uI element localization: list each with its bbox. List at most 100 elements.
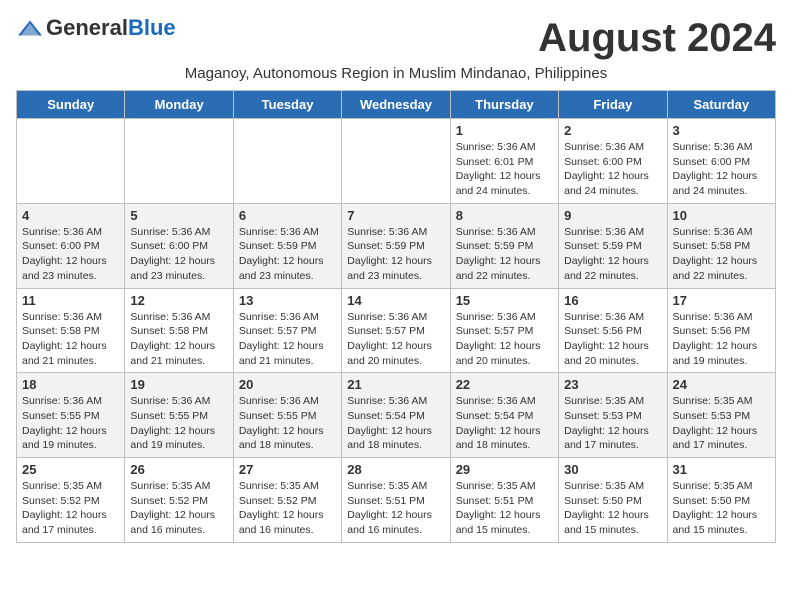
calendar-cell: 19 Sunrise: 5:36 AM Sunset: 5:55 PM Dayli… xyxy=(125,373,233,458)
calendar-cell: 11Sunrise: 5:36 AM Sunset: 5:58 PM Dayli… xyxy=(17,288,125,373)
day-info: Sunrise: 5:35 AM Sunset: 5:50 PM Dayligh… xyxy=(673,479,770,538)
calendar-cell: 3 Sunrise: 5:36 AM Sunset: 6:00 PM Daylig… xyxy=(667,119,775,204)
calendar-cell: 9 Sunrise: 5:36 AM Sunset: 5:59 PM Daylig… xyxy=(559,203,667,288)
day-number: 31 xyxy=(673,462,770,477)
day-info: Sunrise: 5:36 AM Sunset: 5:59 PM Dayligh… xyxy=(564,225,661,284)
day-info: Sunrise: 5:36 AM Sunset: 5:56 PM Dayligh… xyxy=(564,310,661,369)
day-info: Sunrise: 5:35 AM Sunset: 5:53 PM Dayligh… xyxy=(564,394,661,453)
day-number: 14 xyxy=(347,293,444,308)
day-info: Sunrise: 5:36 AM Sunset: 5:57 PM Dayligh… xyxy=(347,310,444,369)
calendar-cell: 17 Sunrise: 5:36 AM Sunset: 5:56 PM Dayli… xyxy=(667,288,775,373)
day-number: 24 xyxy=(673,377,770,392)
calendar-subtitle: Maganoy, Autonomous Region in Muslim Min… xyxy=(16,65,776,82)
day-info: Sunrise: 5:35 AM Sunset: 5:51 PM Dayligh… xyxy=(456,479,553,538)
calendar-cell: 10 Sunrise: 5:36 AM Sunset: 5:58 PM Dayli… xyxy=(667,203,775,288)
calendar-cell: 23Sunrise: 5:35 AM Sunset: 5:53 PM Dayli… xyxy=(559,373,667,458)
day-number: 19 xyxy=(130,377,227,392)
day-number: 22 xyxy=(456,377,553,392)
calendar-cell: 14 Sunrise: 5:36 AM Sunset: 5:57 PM Dayli… xyxy=(342,288,450,373)
day-info: Sunrise: 5:36 AM Sunset: 5:58 PM Dayligh… xyxy=(22,310,119,369)
day-number: 6 xyxy=(239,208,336,223)
calendar-cell: 26 Sunrise: 5:35 AM Sunset: 5:52 PM Dayli… xyxy=(125,458,233,543)
calendar-cell: 7 Sunrise: 5:36 AM Sunset: 5:59 PM Daylig… xyxy=(342,203,450,288)
calendar-cell: 21 Sunrise: 5:36 AM Sunset: 5:54 PM Dayli… xyxy=(342,373,450,458)
day-info: Sunrise: 5:35 AM Sunset: 5:50 PM Dayligh… xyxy=(564,479,661,538)
week-row-0: 1 Sunrise: 5:36 AM Sunset: 6:01 PM Daylig… xyxy=(17,119,776,204)
header-friday: Friday xyxy=(559,91,667,119)
day-number: 27 xyxy=(239,462,336,477)
day-number: 9 xyxy=(564,208,661,223)
day-info: Sunrise: 5:36 AM Sunset: 5:59 PM Dayligh… xyxy=(347,225,444,284)
day-number: 30 xyxy=(564,462,661,477)
day-info: Sunrise: 5:36 AM Sunset: 5:56 PM Dayligh… xyxy=(673,310,770,369)
calendar-header: SundayMondayTuesdayWednesdayThursdayFrid… xyxy=(17,91,776,119)
day-number: 18 xyxy=(22,377,119,392)
day-number: 20 xyxy=(239,377,336,392)
calendar-cell: 12Sunrise: 5:36 AM Sunset: 5:58 PM Dayli… xyxy=(125,288,233,373)
day-number: 26 xyxy=(130,462,227,477)
calendar-cell: 29Sunrise: 5:35 AM Sunset: 5:51 PM Dayli… xyxy=(450,458,558,543)
day-number: 21 xyxy=(347,377,444,392)
calendar-cell: 4 Sunrise: 5:36 AM Sunset: 6:00 PM Daylig… xyxy=(17,203,125,288)
day-info: Sunrise: 5:36 AM Sunset: 6:00 PM Dayligh… xyxy=(673,140,770,199)
month-title: August 2024 xyxy=(538,16,776,61)
day-number: 17 xyxy=(673,293,770,308)
logo-general: General xyxy=(46,15,128,40)
calendar-cell: 28Sunrise: 5:35 AM Sunset: 5:51 PM Dayli… xyxy=(342,458,450,543)
week-row-2: 11Sunrise: 5:36 AM Sunset: 5:58 PM Dayli… xyxy=(17,288,776,373)
calendar-cell: 8Sunrise: 5:36 AM Sunset: 5:59 PM Daylig… xyxy=(450,203,558,288)
day-info: Sunrise: 5:36 AM Sunset: 5:59 PM Dayligh… xyxy=(239,225,336,284)
day-number: 8 xyxy=(456,208,553,223)
day-info: Sunrise: 5:35 AM Sunset: 5:52 PM Dayligh… xyxy=(239,479,336,538)
day-number: 16 xyxy=(564,293,661,308)
day-number: 1 xyxy=(456,123,553,138)
day-info: Sunrise: 5:36 AM Sunset: 5:57 PM Dayligh… xyxy=(239,310,336,369)
day-number: 10 xyxy=(673,208,770,223)
day-info: Sunrise: 5:36 AM Sunset: 5:58 PM Dayligh… xyxy=(673,225,770,284)
day-number: 13 xyxy=(239,293,336,308)
calendar-table: SundayMondayTuesdayWednesdayThursdayFrid… xyxy=(16,90,776,543)
day-info: Sunrise: 5:36 AM Sunset: 6:00 PM Dayligh… xyxy=(564,140,661,199)
day-info: Sunrise: 5:35 AM Sunset: 5:52 PM Dayligh… xyxy=(22,479,119,538)
week-row-3: 18 Sunrise: 5:36 AM Sunset: 5:55 PM Dayli… xyxy=(17,373,776,458)
calendar-cell: 27 Sunrise: 5:35 AM Sunset: 5:52 PM Dayli… xyxy=(233,458,341,543)
day-info: Sunrise: 5:36 AM Sunset: 5:54 PM Dayligh… xyxy=(347,394,444,453)
day-number: 25 xyxy=(22,462,119,477)
calendar-cell: 22 Sunrise: 5:36 AM Sunset: 5:54 PM Dayli… xyxy=(450,373,558,458)
day-number: 15 xyxy=(456,293,553,308)
day-info: Sunrise: 5:36 AM Sunset: 6:01 PM Dayligh… xyxy=(456,140,553,199)
calendar-cell: 16 Sunrise: 5:36 AM Sunset: 5:56 PM Dayli… xyxy=(559,288,667,373)
day-info: Sunrise: 5:36 AM Sunset: 6:00 PM Dayligh… xyxy=(130,225,227,284)
calendar-cell: 6 Sunrise: 5:36 AM Sunset: 5:59 PM Daylig… xyxy=(233,203,341,288)
calendar-cell: 25 Sunrise: 5:35 AM Sunset: 5:52 PM Dayli… xyxy=(17,458,125,543)
day-info: Sunrise: 5:35 AM Sunset: 5:52 PM Dayligh… xyxy=(130,479,227,538)
header-sunday: Sunday xyxy=(17,91,125,119)
day-info: Sunrise: 5:36 AM Sunset: 5:55 PM Dayligh… xyxy=(22,394,119,453)
header: GeneralBlue August 2024 xyxy=(16,16,776,61)
calendar-cell xyxy=(125,119,233,204)
day-number: 4 xyxy=(22,208,119,223)
calendar-cell: 15 Sunrise: 5:36 AM Sunset: 5:57 PM Dayli… xyxy=(450,288,558,373)
day-info: Sunrise: 5:36 AM Sunset: 5:54 PM Dayligh… xyxy=(456,394,553,453)
header-wednesday: Wednesday xyxy=(342,91,450,119)
header-thursday: Thursday xyxy=(450,91,558,119)
calendar-cell xyxy=(342,119,450,204)
day-info: Sunrise: 5:36 AM Sunset: 5:55 PM Dayligh… xyxy=(239,394,336,453)
day-info: Sunrise: 5:36 AM Sunset: 6:00 PM Dayligh… xyxy=(22,225,119,284)
day-info: Sunrise: 5:36 AM Sunset: 5:55 PM Dayligh… xyxy=(130,394,227,453)
header-saturday: Saturday xyxy=(667,91,775,119)
calendar-cell: 5Sunrise: 5:36 AM Sunset: 6:00 PM Daylig… xyxy=(125,203,233,288)
calendar-cell: 2Sunrise: 5:36 AM Sunset: 6:00 PM Daylig… xyxy=(559,119,667,204)
week-row-4: 25 Sunrise: 5:35 AM Sunset: 5:52 PM Dayli… xyxy=(17,458,776,543)
header-tuesday: Tuesday xyxy=(233,91,341,119)
calendar-cell: 13 Sunrise: 5:36 AM Sunset: 5:57 PM Dayli… xyxy=(233,288,341,373)
day-number: 3 xyxy=(673,123,770,138)
calendar-cell: 31 Sunrise: 5:35 AM Sunset: 5:50 PM Dayli… xyxy=(667,458,775,543)
logo-blue: Blue xyxy=(128,15,176,40)
calendar-cell xyxy=(233,119,341,204)
day-info: Sunrise: 5:36 AM Sunset: 5:57 PM Dayligh… xyxy=(456,310,553,369)
calendar-cell: 1 Sunrise: 5:36 AM Sunset: 6:01 PM Daylig… xyxy=(450,119,558,204)
day-info: Sunrise: 5:36 AM Sunset: 5:58 PM Dayligh… xyxy=(130,310,227,369)
calendar-cell: 18 Sunrise: 5:36 AM Sunset: 5:55 PM Dayli… xyxy=(17,373,125,458)
day-number: 7 xyxy=(347,208,444,223)
